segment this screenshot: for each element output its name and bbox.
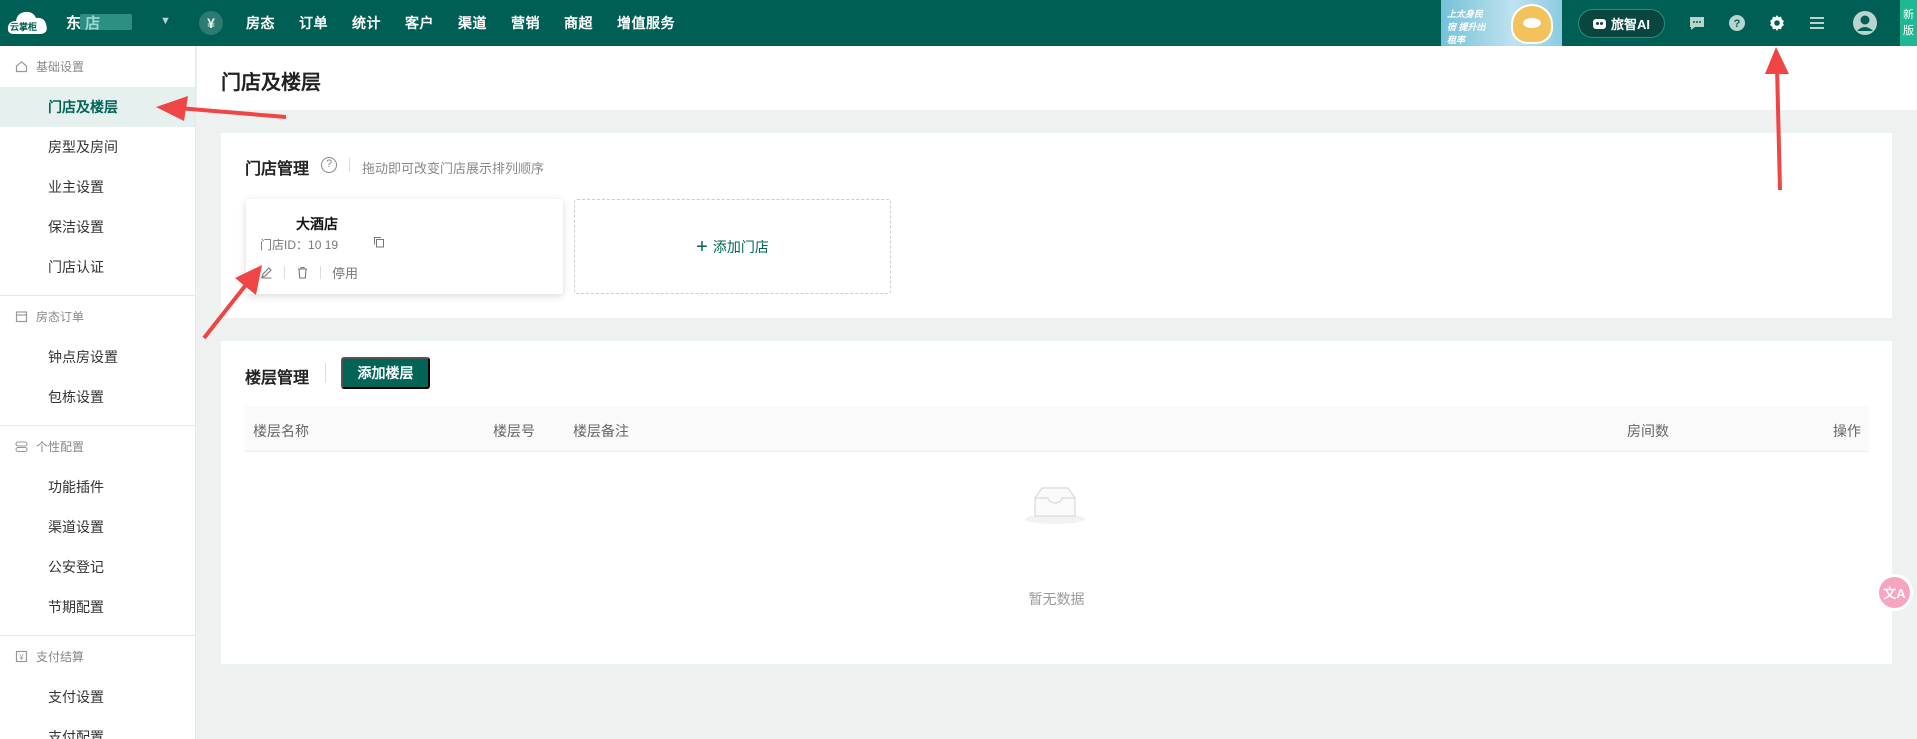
store-management-section: 门店管理 ? 拖动即可改变门店展示排列顺序 大酒店 门店ID：10 19 停用 … <box>221 133 1892 318</box>
robot-icon <box>1592 18 1606 29</box>
store-id: 门店ID：10 19 <box>260 236 338 253</box>
ai-label: 旅智AI <box>1610 17 1650 32</box>
avatar-icon[interactable] <box>1852 10 1878 36</box>
sidebar-group-custom: 个性配置 功能插件 渠道设置 公安登记 节期配置 <box>0 426 195 636</box>
sidebar-item-channel-settings[interactable]: 渠道设置 <box>0 507 195 547</box>
toggle-icon <box>15 441 28 453</box>
empty-inbox-icon <box>1025 487 1085 524</box>
col-floor-note: 楼层备注 <box>573 423 629 439</box>
store-name-text: 大酒店 <box>296 216 338 232</box>
sidebar-item-room-types[interactable]: 房型及房间 <box>0 127 195 167</box>
edit-icon[interactable] <box>260 266 273 279</box>
nav-room-status[interactable]: 房态 <box>246 13 275 33</box>
store-card-name: 大酒店 <box>260 214 338 234</box>
sidebar: 基础设置 门店及楼层 房型及房间 业主设置 保洁设置 门店认证 房态订单 钟点房… <box>0 46 196 739</box>
help-icon[interactable]: ? <box>1726 12 1748 34</box>
menu-icon[interactable] <box>1806 12 1828 34</box>
question-icon[interactable]: ? <box>321 157 337 173</box>
copy-icon[interactable] <box>373 236 385 248</box>
sidebar-item-payment-config[interactable]: 支付配置 <box>0 717 195 739</box>
sidebar-item-whole-building[interactable]: 包栋设置 <box>0 377 195 417</box>
store-section-title: 门店管理 <box>245 161 310 178</box>
floor-table-header: 楼层名称 楼层号 楼层备注 房间数 操作 <box>245 406 1869 452</box>
svg-text:¥: ¥ <box>18 653 24 662</box>
sidebar-group-title: 房态订单 <box>0 296 195 337</box>
nav-value-added[interactable]: 增值服务 <box>617 13 675 33</box>
new-version-badge[interactable]: 新版 <box>1900 0 1917 46</box>
sidebar-group-payment: ¥ 支付结算 支付设置 支付配置 <box>0 636 195 739</box>
divider <box>320 266 321 279</box>
add-store-button[interactable]: + 添加门店 <box>574 199 891 294</box>
disable-store-button[interactable]: 停用 <box>332 263 358 282</box>
drag-hint: 拖动即可改变门店展示排列顺序 <box>362 161 545 176</box>
store-id-value: 10 19 <box>308 238 339 252</box>
sidebar-group-title: 基础设置 <box>0 46 195 87</box>
nav-marketing[interactable]: 营销 <box>511 13 540 33</box>
promo-banner[interactable]: 上太身民宿 提升出租率 <box>1441 0 1562 46</box>
main-nav: 房态 订单 统计 客户 渠道 营销 商超 增值服务 <box>246 0 699 46</box>
sidebar-item-payment-settings[interactable]: 支付设置 <box>0 677 195 717</box>
store-id-label: 门店ID： <box>260 238 309 252</box>
translate-float-button[interactable]: 文A <box>1879 577 1910 608</box>
floor-management-section: 楼层管理 添加楼层 楼层名称 楼层号 楼层备注 房间数 操作 暂无数据 <box>221 341 1892 664</box>
caret-down-icon[interactable]: ▼ <box>160 15 171 27</box>
sidebar-item-police-registration[interactable]: 公安登记 <box>0 547 195 587</box>
divider <box>349 158 350 172</box>
sidebar-item-plugins[interactable]: 功能插件 <box>0 467 195 507</box>
sidebar-item-hourly-rooms[interactable]: 钟点房设置 <box>0 337 195 377</box>
sidebar-group-label: 基础设置 <box>36 60 85 74</box>
sidebar-item-holidays[interactable]: 节期配置 <box>0 587 195 627</box>
sidebar-group-label: 支付结算 <box>36 650 85 664</box>
store-name-redaction <box>80 14 132 30</box>
sidebar-item-owners[interactable]: 业主设置 <box>0 167 195 207</box>
promo-text: 上太身民宿 提升出租率 <box>1447 9 1486 45</box>
top-bar: 云掌柜 东 店 ▼ ¥ 房态 订单 统计 客户 渠道 营销 商超 增值服务 上太… <box>0 0 1917 46</box>
sidebar-group-title: 个性配置 <box>0 426 195 467</box>
page-title: 门店及楼层 <box>221 72 321 94</box>
divider <box>325 363 326 383</box>
col-room-count: 房间数 <box>1627 423 1669 439</box>
sidebar-item-cleaning[interactable]: 保洁设置 <box>0 207 195 247</box>
mascot-icon <box>1511 4 1553 44</box>
nav-channels[interactable]: 渠道 <box>458 13 487 33</box>
message-icon[interactable] <box>1686 12 1708 34</box>
nav-store[interactable]: 商超 <box>564 13 593 33</box>
floor-section-title: 楼层管理 <box>245 370 310 387</box>
yen-icon[interactable]: ¥ <box>199 11 223 35</box>
plus-icon: + <box>696 235 708 258</box>
home-icon <box>15 61 28 73</box>
add-floor-button[interactable]: 添加楼层 <box>341 357 430 389</box>
sidebar-group-orders: 房态订单 钟点房设置 包栋设置 <box>0 296 195 426</box>
logo-text: 云掌柜 <box>10 22 38 32</box>
divider <box>284 266 285 279</box>
nav-orders[interactable]: 订单 <box>299 13 328 33</box>
store-card-actions: 停用 <box>260 263 358 282</box>
col-actions: 操作 <box>1833 423 1861 439</box>
sidebar-group-title: ¥ 支付结算 <box>0 636 195 677</box>
sidebar-item-certification[interactable]: 门店认证 <box>0 247 195 287</box>
calendar-icon <box>15 311 28 323</box>
add-store-label: 添加门店 <box>712 238 769 255</box>
col-floor-number: 楼层号 <box>493 423 535 439</box>
nav-statistics[interactable]: 统计 <box>352 13 381 33</box>
nav-customers[interactable]: 客户 <box>405 13 434 33</box>
sidebar-group-label: 房态订单 <box>36 310 85 324</box>
page-header: 门店及楼层 <box>197 46 1917 110</box>
svg-text:?: ? <box>1734 18 1741 30</box>
sidebar-item-stores-floors[interactable]: 门店及楼层 <box>0 87 195 127</box>
store-card[interactable]: 大酒店 门店ID：10 19 停用 <box>246 199 563 294</box>
empty-state-text: 暂无数据 <box>1028 591 1085 607</box>
sidebar-group-label: 个性配置 <box>36 440 85 454</box>
sidebar-group-basic: 基础设置 门店及楼层 房型及房间 业主设置 保洁设置 门店认证 <box>0 46 195 296</box>
gear-icon[interactable] <box>1766 12 1788 34</box>
col-floor-name: 楼层名称 <box>253 423 309 439</box>
payment-icon: ¥ <box>15 650 28 663</box>
ai-assistant-button[interactable]: 旅智AI <box>1578 9 1665 38</box>
trash-icon[interactable] <box>296 266 309 279</box>
